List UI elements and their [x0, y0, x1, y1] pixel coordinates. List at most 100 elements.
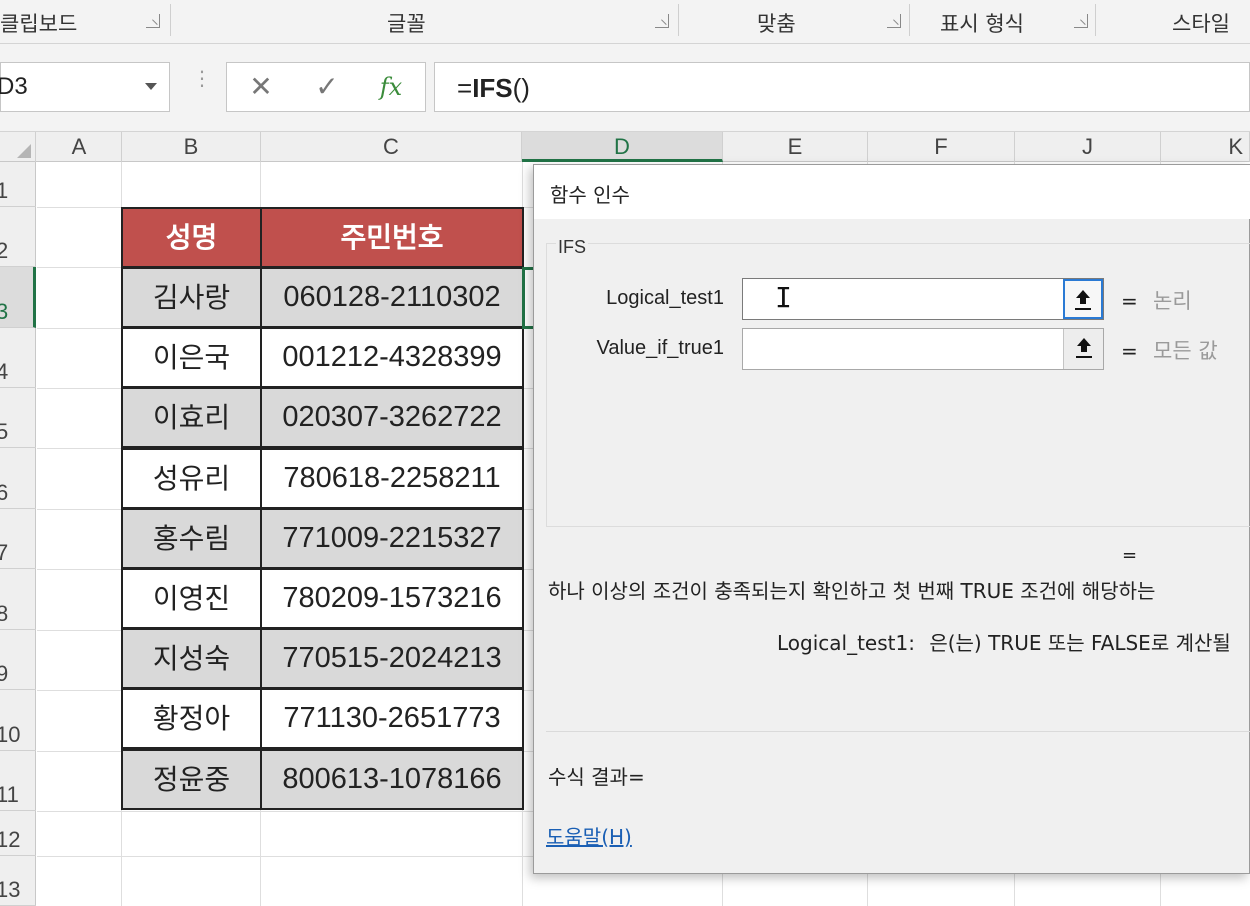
- select-all-button[interactable]: [0, 132, 36, 162]
- column-header-k[interactable]: K: [1161, 132, 1250, 162]
- arg-label-value-if-true1: Value_if_true1: [596, 337, 725, 359]
- row-number: 3: [0, 299, 9, 324]
- row-number: 2: [0, 238, 9, 263]
- dialog-launcher-icon[interactable]: [655, 14, 669, 28]
- ribbon-group-styles: 스타일: [1096, 0, 1250, 44]
- row-header[interactable]: 7: [0, 509, 36, 569]
- column-header-f[interactable]: F: [868, 132, 1015, 162]
- resident-id-cell[interactable]: 060128-2110302: [260, 267, 524, 328]
- check-icon[interactable]: ✓: [307, 69, 347, 105]
- row-header[interactable]: 8: [0, 569, 36, 630]
- ribbon-group-font: 글꼴: [171, 0, 678, 44]
- column-header-c[interactable]: C: [261, 132, 522, 162]
- help-link[interactable]: 도움말(H): [546, 821, 632, 850]
- logical-test1-input[interactable]: I: [742, 278, 1104, 320]
- ribbon-group-labels: 클립보드 글꼴 맞춤 표시 형식 스타일: [0, 0, 1250, 44]
- formula-prefix: =: [457, 73, 473, 103]
- row-number: 4: [0, 359, 9, 384]
- name-box-value: D3: [0, 73, 28, 100]
- ribbon-group-alignment: 맞춤: [679, 0, 909, 44]
- argument-description: Logical_test1: 은(는) TRUE 또는 FALSE로 계산될: [777, 627, 1231, 656]
- function-name: IFS: [556, 237, 589, 258]
- row-header[interactable]: 6: [0, 448, 36, 509]
- column-header-b[interactable]: B: [122, 132, 261, 162]
- row-header[interactable]: 4: [0, 328, 36, 388]
- row-number: 7: [0, 540, 9, 565]
- resident-id-cell[interactable]: 771130-2651773: [260, 688, 524, 749]
- dialog-launcher-icon[interactable]: [1074, 14, 1088, 28]
- function-arguments-dialog: 함수 인수 IFS Logical_test1 I = 논리 Value_if_…: [533, 164, 1250, 874]
- formula-bar: D3 ⋮ ✕ ✓ fx =IFS(): [0, 44, 1250, 132]
- resident-id-cell[interactable]: 771009-2215327: [260, 508, 524, 569]
- function-description: 하나 이상의 조건이 충족되는지 확인하고 첫 번째 TRUE 조건에 해당하는: [548, 579, 1156, 603]
- row-header[interactable]: 10: [0, 690, 36, 751]
- header-cell-id[interactable]: 주민번호: [260, 207, 524, 268]
- formula-suffix: (): [512, 73, 530, 103]
- name-cell[interactable]: 이영진: [121, 568, 262, 629]
- row-number: 12: [0, 827, 21, 852]
- row-number: 11: [0, 782, 19, 807]
- name-box[interactable]: D3: [0, 62, 170, 112]
- insert-function-icon[interactable]: fx: [371, 69, 411, 105]
- row-header-selected[interactable]: 3: [0, 267, 36, 328]
- resident-id-cell[interactable]: 001212-4328399: [260, 327, 524, 388]
- dialog-launcher-icon[interactable]: [887, 14, 901, 28]
- name-cell[interactable]: 이효리: [121, 387, 262, 448]
- row-headers: 1 2 3 4 5 6 7 8 9 10 11 12 13: [0, 162, 36, 906]
- column-header-d[interactable]: D: [522, 132, 723, 162]
- column-headers: A B C D E F J K: [0, 132, 1250, 162]
- formula-buttons: ✕ ✓ fx: [226, 62, 426, 112]
- row-header[interactable]: 12: [0, 811, 36, 856]
- name-cell[interactable]: 홍수림: [121, 508, 262, 569]
- text-cursor-icon: I: [775, 281, 792, 314]
- chevron-down-icon[interactable]: [145, 83, 157, 90]
- argument-description-label: Logical_test1:: [777, 631, 915, 655]
- row-header[interactable]: 9: [0, 630, 36, 690]
- name-cell[interactable]: 성유리: [121, 448, 262, 509]
- row-number: 9: [0, 661, 9, 686]
- name-cell[interactable]: 황정아: [121, 688, 262, 749]
- ribbon-group-label: 표시 형식: [940, 12, 1024, 36]
- row-header[interactable]: 5: [0, 388, 36, 448]
- collapse-dialog-button[interactable]: [1063, 329, 1103, 369]
- name-cell[interactable]: 이은국: [121, 327, 262, 388]
- column-header-j[interactable]: J: [1015, 132, 1161, 162]
- formula-result: 수식 결과=: [548, 765, 645, 789]
- row-number: 10: [0, 722, 21, 747]
- dialog-title: 함수 인수: [550, 183, 630, 207]
- upload-arrow-icon: [1076, 290, 1090, 308]
- resident-id-cell[interactable]: 770515-2024213: [260, 628, 524, 689]
- resident-id-cell[interactable]: 800613-1078166: [260, 749, 524, 810]
- ribbon-group-label: 글꼴: [387, 12, 426, 36]
- name-cell[interactable]: 김사랑: [121, 267, 262, 328]
- row-number: 13: [0, 877, 21, 902]
- row-header[interactable]: 11: [0, 751, 36, 811]
- value-if-true1-input[interactable]: [742, 328, 1104, 370]
- dialog-launcher-icon[interactable]: [146, 14, 160, 28]
- argument-description-text: 은(는) TRUE 또는 FALSE로 계산될: [929, 631, 1231, 655]
- more-options-icon[interactable]: ⋮: [192, 68, 212, 88]
- ribbon-group-number-format: 표시 형식: [910, 0, 1095, 44]
- resident-id-cell[interactable]: 780209-1573216: [260, 568, 524, 629]
- dialog-titlebar[interactable]: 함수 인수: [534, 165, 1250, 219]
- ribbon-group-label: 맞춤: [757, 12, 796, 36]
- name-cell[interactable]: 지성숙: [121, 628, 262, 689]
- row-number: 1: [0, 178, 9, 203]
- upload-arrow-icon: [1076, 338, 1091, 356]
- column-header-e[interactable]: E: [723, 132, 868, 162]
- ribbon-group-label: 스타일: [1172, 12, 1230, 36]
- row-number: 6: [0, 480, 9, 505]
- equals-sign: =: [1121, 339, 1138, 363]
- resident-id-cell[interactable]: 020307-3262722: [260, 387, 524, 448]
- equals-sign: =: [1121, 289, 1138, 313]
- cancel-icon[interactable]: ✕: [241, 69, 281, 105]
- header-cell-name[interactable]: 성명: [121, 207, 262, 268]
- row-header[interactable]: 1: [0, 162, 36, 207]
- resident-id-cell[interactable]: 780618-2258211: [260, 448, 524, 509]
- column-header-a[interactable]: A: [37, 132, 122, 162]
- row-header[interactable]: 13: [0, 856, 36, 906]
- name-cell[interactable]: 정윤중: [121, 749, 262, 810]
- row-header[interactable]: 2: [0, 207, 36, 267]
- formula-input[interactable]: =IFS(): [434, 62, 1250, 112]
- collapse-dialog-button[interactable]: [1063, 279, 1103, 319]
